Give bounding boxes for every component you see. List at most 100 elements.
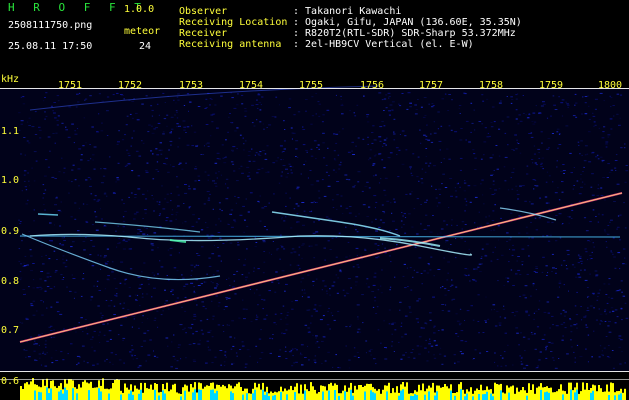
noise-speck [597,296,599,297]
noise-speck [100,130,104,132]
y-tick-label: 1.0 [1,175,20,186]
noise-speck [572,188,574,190]
level-bar-base [162,390,164,400]
noise-speck [558,282,562,284]
noise-speck [358,331,362,333]
noise-speck [432,215,434,216]
noise-speck [338,168,341,170]
noise-speck [132,315,136,317]
noise-speck [144,209,147,211]
noise-speck [124,210,127,212]
noise-speck [564,327,567,329]
noise-speck [132,358,134,360]
level-bar-base [154,389,156,400]
noise-speck [323,195,327,197]
noise-speck [604,309,607,311]
noise-speck [118,359,122,361]
noise-speck [226,298,228,300]
noise-speck [439,353,442,355]
noise-speck [193,188,196,190]
noise-speck [29,185,31,187]
noise-speck [407,286,409,287]
noise-speck [161,185,163,187]
noise-speck [602,131,605,133]
level-bar [116,379,118,400]
noise-speck [239,349,242,350]
noise-speck [580,186,583,188]
noise-speck [413,357,416,359]
noise-speck [579,257,582,259]
noise-speck [607,136,610,138]
level-bar [78,384,80,400]
noise-speck [301,289,303,291]
noise-speck [519,274,522,275]
level-bar [310,382,312,400]
noise-speck [24,186,27,188]
noise-speck [94,211,96,213]
noise-speck [567,106,569,108]
noise-speck [441,98,445,100]
noise-speck [611,310,615,312]
noise-speck [472,358,475,360]
noise-speck [616,93,620,95]
noise-speck [507,277,510,279]
noise-speck [80,159,83,161]
noise-speck [414,113,418,115]
noise-speck [130,354,134,356]
noise-speck [179,324,183,326]
noise-speck [278,182,281,184]
noise-speck [142,315,144,317]
noise-speck [534,217,537,219]
noise-speck [327,351,330,353]
noise-speck [190,264,194,266]
noise-speck [310,148,313,150]
level-bar [502,392,504,400]
noise-speck [285,168,288,170]
noise-speck [570,325,573,327]
noise-speck [403,213,406,215]
level-bar [96,387,98,400]
noise-speck [473,153,476,155]
noise-speck [392,220,395,222]
level-bar [224,386,226,400]
noise-speck [34,134,38,135]
noise-speck [244,110,248,112]
noise-speck [245,198,247,200]
noise-speck [575,314,579,316]
noise-speck [535,105,537,107]
noise-speck [361,190,364,192]
noise-speck [460,330,464,332]
noise-speck [23,349,25,351]
noise-speck [565,101,567,103]
noise-speck [352,154,355,155]
noise-speck [164,302,166,304]
noise-speck [373,195,377,197]
noise-speck [218,302,221,304]
noise-speck [305,110,307,112]
noise-speck [346,292,348,294]
noise-speck [312,285,314,287]
noise-speck [137,276,141,278]
level-bar [52,380,54,400]
noise-speck [343,295,346,297]
noise-speck [50,105,53,107]
noise-speck [515,109,518,111]
noise-speck [347,278,351,280]
level-bar [316,393,318,400]
noise-speck [220,174,222,176]
noise-speck [269,337,272,339]
noise-speck [322,114,325,116]
noise-speck [383,189,386,191]
noise-speck [251,148,253,150]
noise-speck [73,297,75,299]
noise-speck [175,211,179,213]
noise-speck [478,211,480,213]
noise-speck [255,104,259,105]
noise-speck [294,348,297,350]
noise-speck [463,92,466,94]
level-bar-base [48,393,50,400]
noise-speck [491,309,493,311]
noise-speck [197,343,201,345]
noise-speck [576,323,578,325]
noise-speck [249,355,251,357]
